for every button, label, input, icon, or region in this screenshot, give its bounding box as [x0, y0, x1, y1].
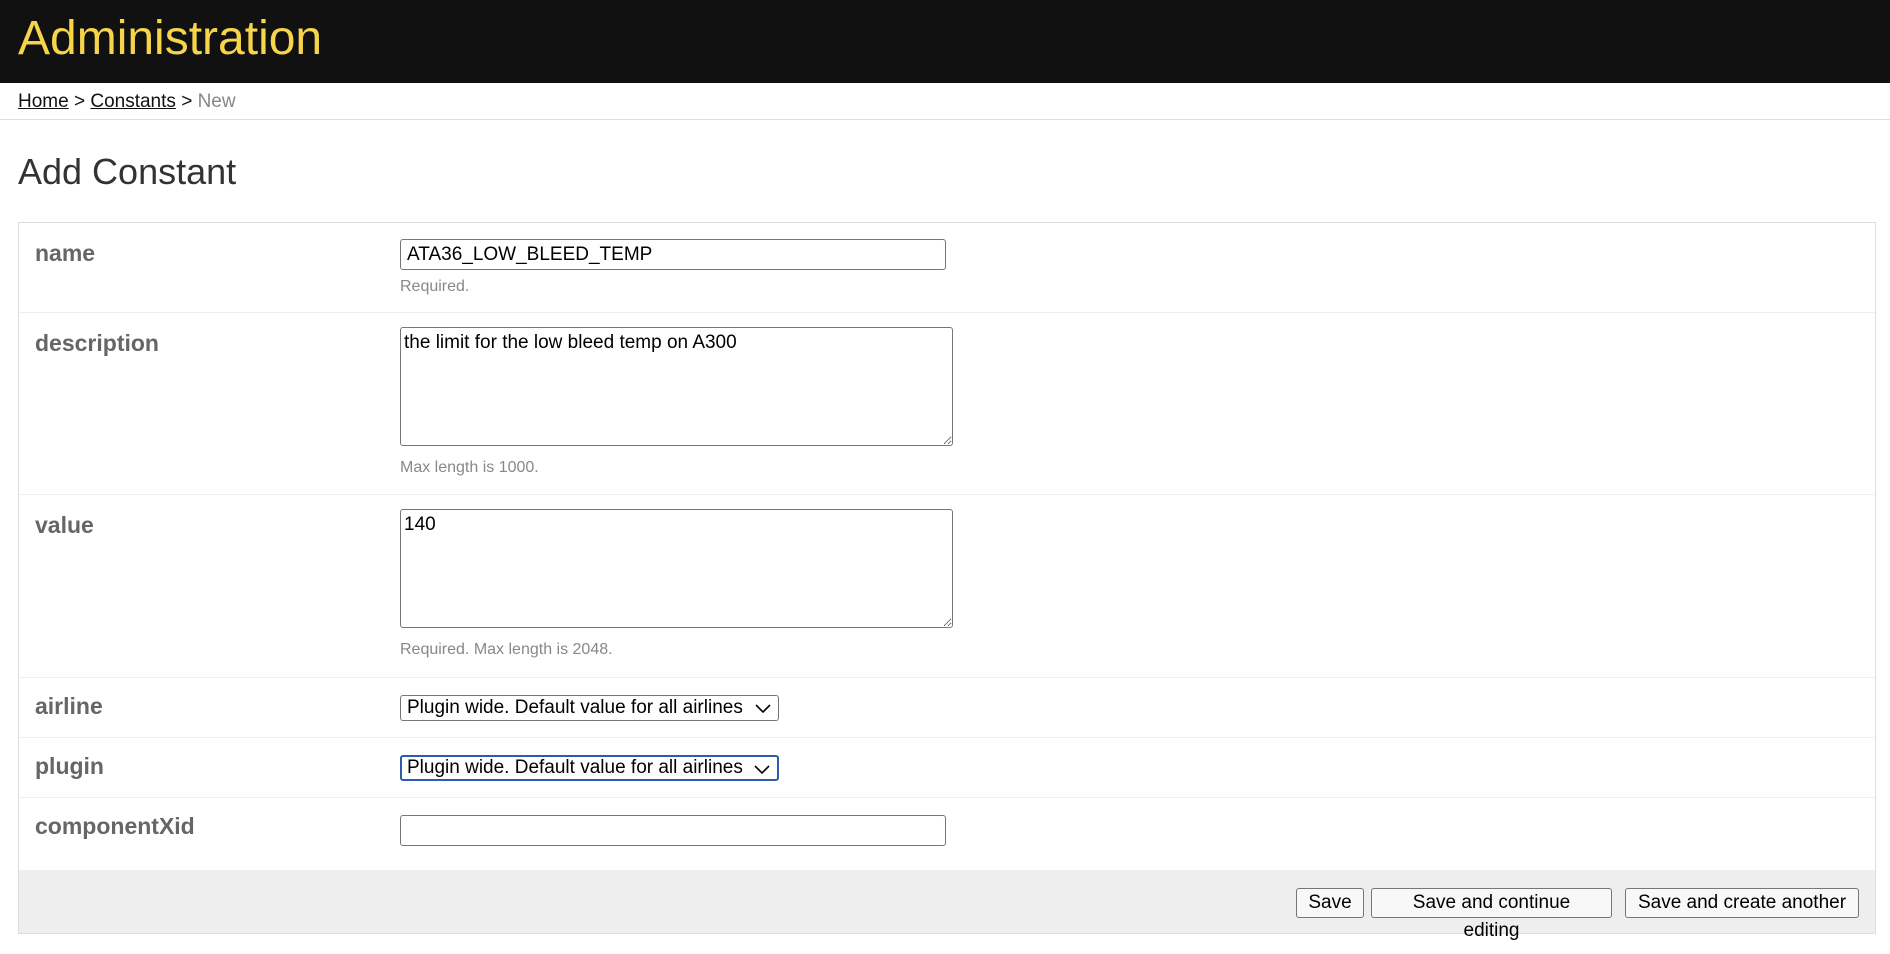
form-row-description: description the limit for the low bleed … — [19, 313, 1875, 495]
save-and-continue-button[interactable]: Save and continue editing — [1371, 888, 1612, 941]
description-help-text: Max length is 1000. — [400, 459, 539, 476]
breadcrumb-constants-link[interactable]: Constants — [90, 91, 176, 112]
breadcrumb-separator: > — [181, 91, 193, 112]
description-textarea[interactable]: the limit for the low bleed temp on A300 — [400, 327, 953, 446]
save-and-create-another-button[interactable]: Save and create another — [1625, 888, 1859, 918]
save-button[interactable]: Save — [1296, 888, 1364, 918]
name-label: name — [35, 240, 96, 266]
plugin-select[interactable]: Plugin wide. Default value for all airli… — [400, 755, 779, 781]
chevron-down-icon — [754, 765, 770, 775]
page-title: Add Constant — [18, 151, 237, 192]
plugin-label: plugin — [35, 753, 104, 779]
componentxid-input[interactable] — [400, 815, 946, 846]
constant-form: name Required. description the limit for… — [18, 222, 1876, 941]
submit-row: Save Save and continue editing Save and … — [19, 870, 1875, 941]
name-help-text: Required. — [400, 278, 470, 295]
site-title: Administration — [18, 12, 323, 65]
breadcrumb-home-link[interactable]: Home — [18, 91, 69, 112]
form-row-plugin: plugin Plugin wide. Default value for al… — [19, 738, 1875, 798]
plugin-selected-value: Plugin wide. Default value for all airli… — [407, 757, 743, 778]
description-label: description — [35, 330, 159, 356]
site-header: Administration — [0, 0, 1890, 83]
value-help-text: Required. Max length is 2048. — [400, 641, 613, 658]
form-row-airline: airline Plugin wide. Default value for a… — [19, 678, 1875, 738]
form-row-name: name Required. — [19, 223, 1875, 313]
componentxid-label: componentXid — [35, 813, 195, 839]
airline-select[interactable]: Plugin wide. Default value for all airli… — [400, 695, 779, 721]
airline-label: airline — [35, 693, 103, 719]
airline-selected-value: Plugin wide. Default value for all airli… — [407, 697, 743, 718]
form-row-value: value 140 Required. Max length is 2048. — [19, 495, 1875, 678]
name-input[interactable] — [400, 239, 946, 270]
value-label: value — [35, 512, 94, 538]
chevron-down-icon — [755, 704, 771, 714]
value-textarea[interactable]: 140 — [400, 509, 953, 628]
breadcrumb: Home > Constants > New — [0, 83, 1890, 120]
form-row-componentxid: componentXid — [19, 798, 1875, 870]
breadcrumb-separator: > — [73, 91, 86, 112]
breadcrumb-current: New — [197, 91, 236, 112]
